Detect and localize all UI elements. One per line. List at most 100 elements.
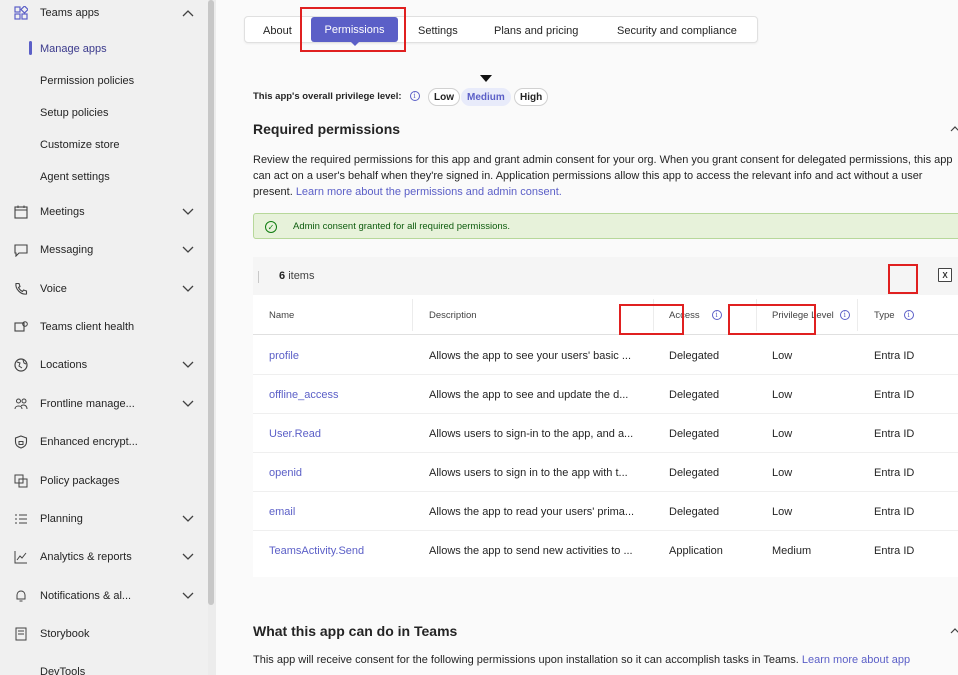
sidebar-item-label: Frontline manage...	[40, 398, 135, 410]
chevron-down-icon[interactable]	[181, 512, 195, 526]
table-row[interactable]: email Allows the app to read your users'…	[253, 492, 958, 531]
description-text: This app will receive consent for the fo…	[253, 654, 799, 666]
privilege-pill-low: Low	[428, 88, 460, 106]
permission-privilege-level: Low	[772, 505, 793, 518]
sidebar-item-storybook[interactable]: Storybook	[0, 618, 208, 650]
sidebar-item-teams-apps[interactable]: Teams apps	[0, 0, 208, 29]
permission-privilege-level: Low	[772, 427, 793, 440]
tab-settings[interactable]: Settings	[418, 17, 458, 44]
tab-security-and-compliance[interactable]: Security and compliance	[617, 17, 737, 44]
list-icon	[13, 511, 29, 527]
sidebar-subitem-label: Manage apps	[40, 43, 107, 55]
consent-success-banner: ✓ Admin consent granted for all required…	[253, 213, 958, 239]
tab-about[interactable]: About	[263, 17, 292, 44]
permission-type: Entra ID	[874, 505, 915, 518]
privilege-pill-high: High	[514, 88, 549, 106]
sidebar-item-voice[interactable]: Voice	[0, 273, 208, 305]
table-row[interactable]: openid Allows users to sign in to the ap…	[253, 453, 958, 492]
permission-name-link[interactable]: openid	[269, 453, 302, 492]
chevron-up-icon[interactable]	[950, 124, 958, 134]
permission-access: Delegated	[669, 466, 720, 479]
sidebar-item-locations[interactable]: Locations	[0, 349, 208, 381]
permission-name-link[interactable]: email	[269, 492, 295, 531]
chevron-down-icon[interactable]	[181, 397, 195, 411]
chevron-down-icon[interactable]	[181, 205, 195, 219]
sidebar-subitem-label: Customize store	[40, 139, 120, 151]
permission-name-link[interactable]: TeamsActivity.Send	[269, 531, 364, 570]
sidebar-item-frontline[interactable]: Frontline manage...	[0, 388, 208, 420]
sidebar-subitem-customize-store[interactable]: Customize store	[0, 129, 208, 161]
permission-access: Delegated	[669, 349, 720, 362]
info-icon[interactable]: i	[409, 91, 420, 101]
learn-more-permissions-link[interactable]: Learn more about the permissions and adm…	[296, 186, 562, 198]
chevron-up-icon[interactable]	[181, 6, 195, 20]
required-permissions-title: Required permissions	[253, 121, 401, 137]
chat-icon	[13, 242, 29, 258]
teams-capabilities-description: This app will receive consent for the fo…	[253, 654, 910, 666]
permission-description: Allows the app to read your users' prima…	[429, 492, 639, 531]
apps-icon	[13, 5, 29, 21]
sidebar-item-label: Planning	[40, 513, 83, 525]
sidebar-item-label: Analytics & reports	[40, 551, 132, 563]
item-count: 6 items	[279, 270, 314, 282]
chevron-down-icon[interactable]	[181, 358, 195, 372]
sidebar-subitem-agent-settings[interactable]: Agent settings	[0, 161, 208, 193]
chevron-down-icon[interactable]	[181, 243, 195, 257]
sidebar-item-policy-packages[interactable]: Policy packages	[0, 465, 208, 497]
sidebar-item-devtools[interactable]: DevTools	[0, 656, 208, 675]
table-row[interactable]: profile Allows the app to see your users…	[253, 336, 958, 375]
permission-description: Allows the app to send new activities to…	[429, 531, 639, 570]
sidebar-item-messaging[interactable]: Messaging	[0, 234, 208, 266]
required-permissions-description: Review the required permissions for this…	[253, 152, 958, 200]
column-header-type[interactable]: Type i	[874, 295, 914, 335]
globe-icon	[13, 357, 29, 373]
sidebar-item-teams-client-health[interactable]: Teams client health	[0, 311, 208, 343]
description-text: Allows the app to send new activities to…	[429, 544, 633, 557]
sidebar-subitem-label: Agent settings	[40, 171, 110, 183]
privilege-indicator-caret	[480, 75, 492, 82]
info-icon[interactable]: i	[839, 310, 850, 320]
column-header-name[interactable]: Name	[269, 295, 294, 335]
chevron-down-icon[interactable]	[181, 282, 195, 296]
sidebar-subitem-manage-apps[interactable]: Manage apps	[0, 33, 208, 65]
column-divider	[412, 299, 413, 331]
permission-name-link[interactable]: offline_access	[269, 375, 339, 414]
permission-type: Entra ID	[874, 466, 915, 479]
item-count-suffix: items	[288, 270, 315, 282]
info-icon[interactable]: i	[711, 310, 722, 320]
table-row[interactable]: offline_access Allows the app to see and…	[253, 375, 958, 414]
permission-access: Application	[669, 544, 723, 557]
table-row[interactable]: TeamsActivity.Send Allows the app to sen…	[253, 531, 958, 570]
tab-plans-and-pricing[interactable]: Plans and pricing	[494, 17, 578, 44]
permission-name-link[interactable]: profile	[269, 336, 299, 375]
sidebar-subitem-permission-policies[interactable]: Permission policies	[0, 65, 208, 97]
table-header: Name Description Access i Privilege Level…	[253, 295, 958, 335]
sidebar-scrollbar[interactable]	[208, 0, 214, 605]
shield-lock-icon	[13, 434, 29, 450]
sidebar-item-analytics[interactable]: Analytics & reports	[0, 541, 208, 573]
chevron-down-icon[interactable]	[181, 589, 195, 603]
sidebar-item-notifications[interactable]: Notifications & al...	[0, 580, 208, 612]
permission-privilege-level: Low	[772, 349, 793, 362]
permission-type: Entra ID	[874, 544, 915, 557]
table-row[interactable]: User.Read Allows users to sign-in to the…	[253, 414, 958, 453]
permission-name-link[interactable]: User.Read	[269, 414, 321, 453]
toolbar-divider	[258, 271, 259, 283]
sidebar-item-meetings[interactable]: Meetings	[0, 196, 208, 228]
sidebar-item-enhanced-encryption[interactable]: Enhanced encrypt...	[0, 426, 208, 458]
sidebar-item-planning[interactable]: Planning	[0, 503, 208, 535]
highlight-box	[728, 304, 816, 335]
sidebar-subitem-setup-policies[interactable]: Setup policies	[0, 97, 208, 129]
info-icon[interactable]: i	[903, 310, 914, 320]
chevron-down-icon[interactable]	[181, 550, 195, 564]
book-icon	[13, 626, 29, 642]
sidebar-item-label: Enhanced encrypt...	[40, 436, 138, 448]
people-icon	[13, 396, 29, 412]
chevron-up-icon[interactable]	[950, 626, 958, 636]
excel-export-icon[interactable]: X	[938, 268, 952, 282]
permission-type: Entra ID	[874, 349, 915, 362]
learn-more-app-link[interactable]: Learn more about app	[802, 654, 910, 666]
calendar-icon	[13, 204, 29, 220]
column-header-description[interactable]: Description	[429, 295, 477, 335]
permission-privilege-level: Low	[772, 466, 793, 479]
